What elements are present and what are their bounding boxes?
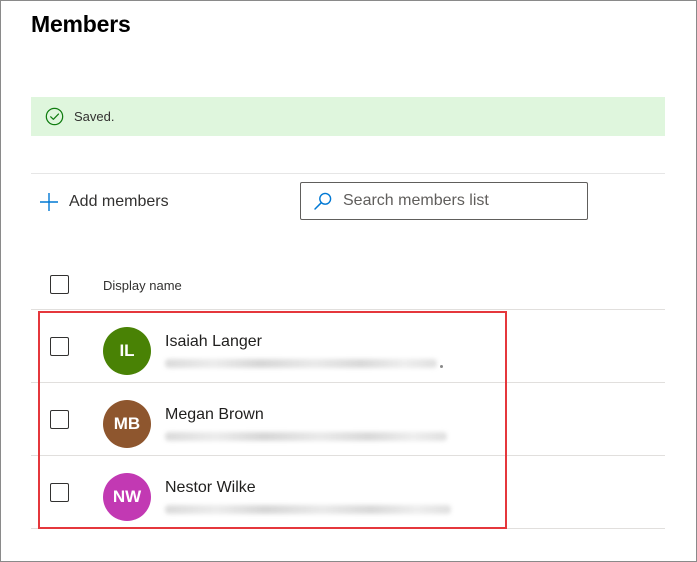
member-name[interactable]: Isaiah Langer (165, 333, 262, 351)
check-circle-icon (45, 107, 64, 126)
row-divider (31, 528, 665, 529)
plus-icon (40, 193, 58, 211)
row-divider (31, 382, 665, 383)
member-name[interactable]: Nestor Wilke (165, 479, 256, 497)
column-header-display-name[interactable]: Display name (103, 278, 182, 293)
blurred-email (165, 505, 451, 514)
search-input[interactable] (343, 192, 573, 210)
email-trailing-dot (440, 365, 443, 368)
avatar: MB (103, 400, 151, 448)
search-icon (314, 192, 332, 210)
search-box[interactable] (300, 182, 588, 220)
page-title: Members (31, 11, 131, 37)
select-all-checkbox[interactable] (50, 275, 69, 294)
member-name[interactable]: Megan Brown (165, 406, 264, 424)
toolbar-divider (31, 173, 665, 174)
row-divider (31, 455, 665, 456)
avatar: IL (103, 327, 151, 375)
blurred-email (165, 432, 447, 441)
row-checkbox[interactable] (50, 483, 69, 502)
add-members-button[interactable]: Add members (39, 190, 169, 214)
header-divider (31, 309, 665, 310)
add-members-label: Add members (69, 193, 169, 210)
row-checkbox[interactable] (50, 337, 69, 356)
success-banner: Saved. (31, 97, 665, 136)
row-checkbox[interactable] (50, 410, 69, 429)
avatar: NW (103, 473, 151, 521)
members-panel: Members Saved. Add members Display name … (0, 0, 697, 562)
banner-message: Saved. (74, 109, 115, 124)
blurred-email (165, 359, 437, 368)
